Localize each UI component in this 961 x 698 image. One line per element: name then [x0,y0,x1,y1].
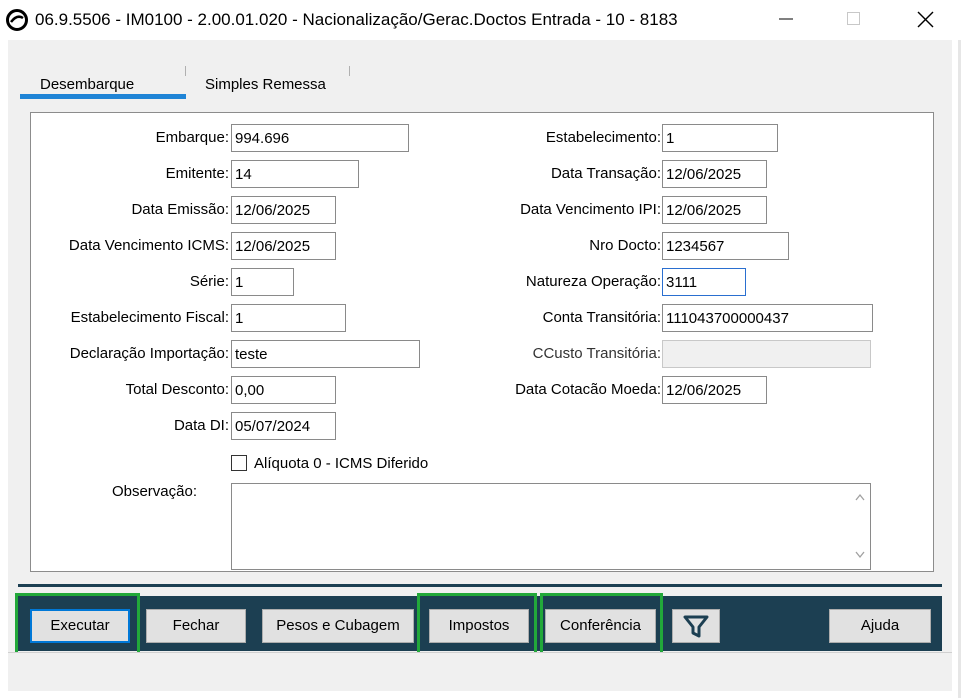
highlight-impostos [417,593,537,660]
tab-simples-remessa[interactable]: Simples Remessa [205,76,326,100]
data-vencimento-ipi-field[interactable] [662,196,767,224]
nro-docto-field[interactable] [662,232,789,260]
natureza-operacao-label: Natureza Operação: [525,273,661,290]
emitente-label: Emitente: [165,165,229,182]
nro-docto-label: Nro Docto: [589,237,661,254]
filter-button[interactable] [672,609,720,643]
title-bar: 06.9.5506 - IM0100 - 2.00.01.020 - Nacio… [0,0,961,40]
tab-separator [349,66,350,76]
ajuda-button[interactable]: Ajuda [829,609,931,643]
aliquota-checkbox-label[interactable]: Alíquota 0 - ICMS Diferido [254,455,428,472]
data-vencimento-ipi-label: Data Vencimento IPI: [520,201,661,218]
active-tab-indicator [20,94,186,99]
data-vencimento-icms-label: Data Vencimento ICMS: [68,237,229,254]
client-area: Desembarque Simples Remessa Embarque: Em… [8,40,952,691]
declaracao-importacao-field[interactable] [231,340,420,368]
embarque-label: Embarque: [155,129,229,146]
observacao-label: Observação: [111,483,197,500]
data-cotacao-moeda-field[interactable] [662,376,767,404]
conta-transitoria-label: Conta Transitória: [542,309,661,326]
highlight-conferencia [540,593,663,660]
minimize-button[interactable] [763,0,809,38]
ccusto-transitoria-field[interactable] [662,340,871,368]
total-desconto-label: Total Desconto: [125,381,229,398]
embarque-field[interactable] [231,124,409,152]
data-transacao-field[interactable] [662,160,767,188]
serie-label: Série: [189,273,229,290]
fechar-button[interactable]: Fechar [146,609,246,643]
highlight-executar [15,593,140,657]
aliquota-checkbox[interactable] [231,455,247,471]
data-di-field[interactable] [231,412,336,440]
app-logo-icon [6,9,28,31]
pesos-cubagem-button[interactable]: Pesos e Cubagem [262,609,414,643]
natureza-operacao-field[interactable] [662,268,746,296]
emitente-field[interactable] [231,160,359,188]
estabelecimento-label: Estabelecimento: [545,129,661,146]
data-emissao-field[interactable] [231,196,336,224]
data-di-label: Data DI: [173,417,229,434]
conta-transitoria-field[interactable] [662,304,873,332]
data-transacao-label: Data Transação: [550,165,661,182]
total-desconto-field[interactable] [231,376,336,404]
tab-label: Simples Remessa [205,76,326,93]
estabelecimento-field[interactable] [662,124,778,152]
tab-separator [185,66,186,76]
data-vencimento-icms-field[interactable] [231,232,336,260]
close-icon [917,11,934,28]
minimize-icon [779,18,793,20]
status-bar [8,652,952,691]
window-title: 06.9.5506 - IM0100 - 2.00.01.020 - Nacio… [35,10,678,29]
observacao-scrollbar[interactable] [850,484,870,569]
observacao-textarea[interactable] [231,483,871,570]
estabelecimento-fiscal-field[interactable] [231,304,346,332]
close-button[interactable] [902,0,948,38]
maximize-icon [847,12,860,25]
serie-field[interactable] [231,268,294,296]
estabelecimento-fiscal-label: Estabelecimento Fiscal: [70,309,229,326]
data-cotacao-moeda-label: Data Cotacão Moeda: [515,381,661,398]
filter-icon [683,615,709,638]
tab-label: Desembarque [40,76,135,93]
maximize-button[interactable] [831,0,877,38]
toolbar-separator [18,584,942,587]
declaracao-importacao-label: Declaração Importação: [69,345,229,362]
scroll-arrows-icon [855,493,865,559]
data-emissao-label: Data Emissão: [131,201,229,218]
ccusto-transitoria-label: CCusto Transitória: [532,345,661,362]
